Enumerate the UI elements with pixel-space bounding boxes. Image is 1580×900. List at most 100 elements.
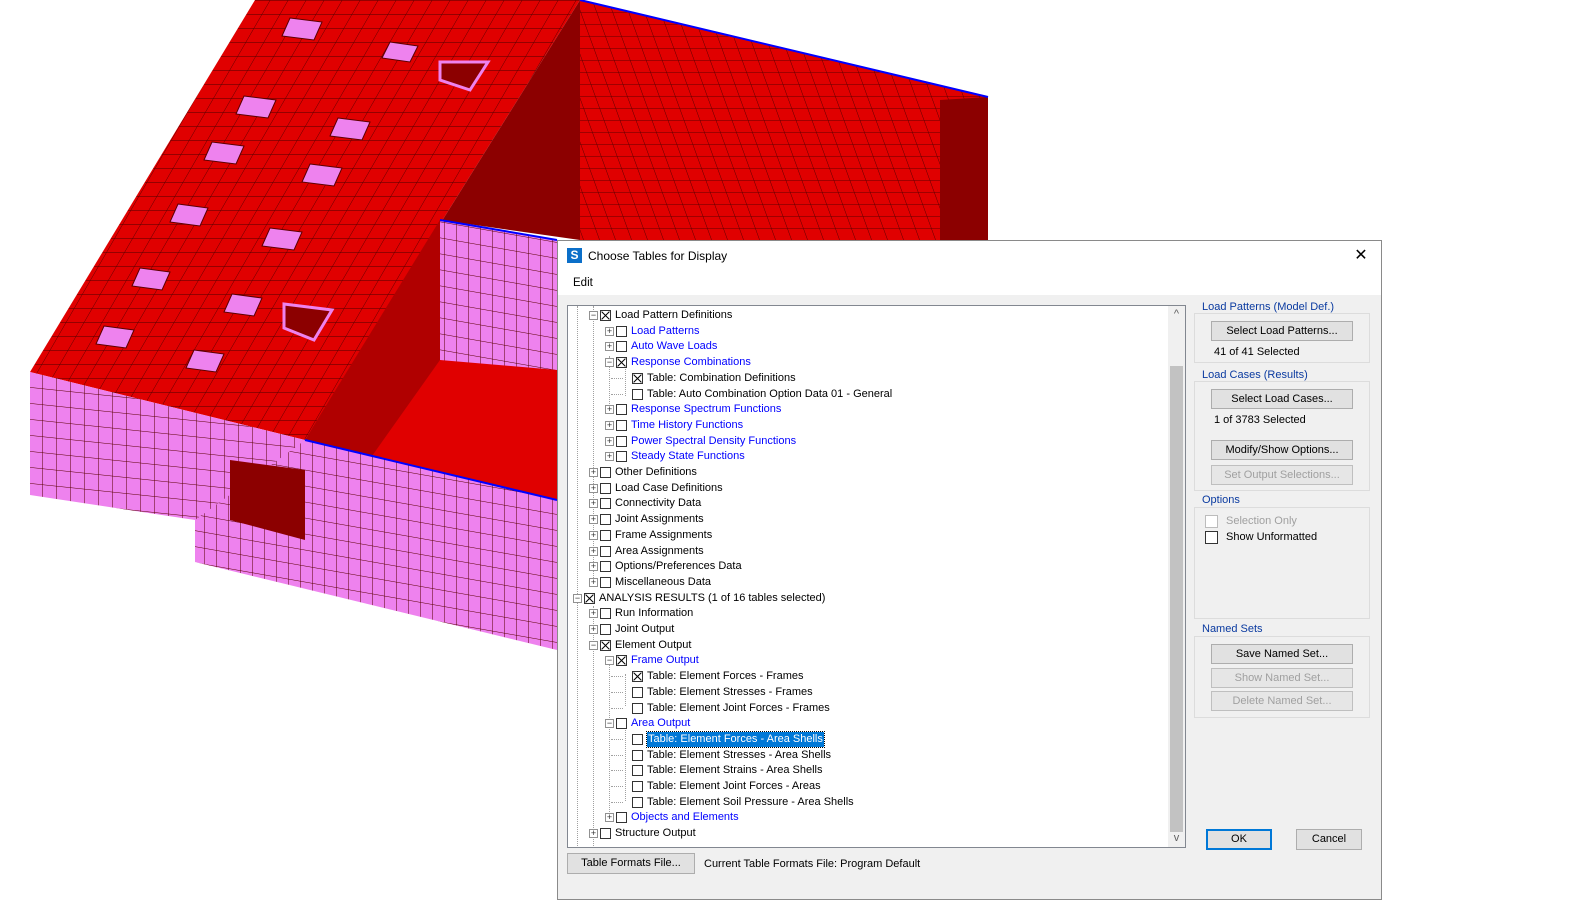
tree-item-checkbox[interactable] [616,404,627,416]
tree-scrollbar[interactable]: ^ v [1168,306,1185,847]
tree-item[interactable]: + Response Spectrum Functions [568,402,1158,418]
tree-item-checkbox[interactable] [616,655,627,667]
expand-icon[interactable]: + [589,562,598,572]
tree-item[interactable]: + Miscellaneous Data [568,575,1158,591]
expand-icon[interactable]: + [605,452,614,462]
tree-item[interactable]: Table: Element Soil Pressure - Area Shel… [568,795,1158,811]
tree-item-checkbox[interactable] [632,765,643,777]
tree-item-checkbox[interactable] [600,608,611,620]
tree-item-checkbox[interactable] [632,749,643,761]
tree-item-checkbox[interactable] [600,514,611,526]
table-tree[interactable]: − Load Pattern Definitions + Load Patterns +… [567,305,1186,848]
tree-item-checkbox[interactable] [600,624,611,635]
expand-icon[interactable]: + [589,577,598,587]
tree-item-checkbox[interactable] [600,482,611,494]
menu-edit[interactable]: Edit [573,277,593,289]
tree-item-checkbox[interactable] [616,718,627,730]
select-load-patterns-button[interactable]: Select Load Patterns... [1211,321,1353,341]
expand-icon[interactable]: + [605,342,614,352]
tree-item[interactable]: + Power Spectral Density Functions [568,434,1158,450]
expand-icon[interactable]: + [605,326,614,336]
show-named-set-button[interactable]: Show Named Set... [1211,668,1353,688]
modify-show-options-button[interactable]: Modify/Show Options... [1211,440,1353,460]
tree-item-checkbox[interactable] [616,419,627,431]
expand-icon[interactable]: + [589,829,598,839]
tree-item-checkbox[interactable] [616,812,627,824]
expand-icon[interactable]: + [589,546,598,556]
tree-item-checkbox[interactable] [600,529,611,541]
tree-item[interactable]: Table: Element Forces - Frames [568,669,1158,685]
select-load-cases-button[interactable]: Select Load Cases... [1211,389,1353,409]
tree-item[interactable]: + Area Assignments [568,544,1158,560]
close-icon[interactable]: ✕ [1341,241,1381,271]
table-formats-file-button[interactable]: Table Formats File... [567,853,695,874]
tree-item[interactable]: + Frame Assignments [568,528,1158,544]
tree-item[interactable]: Table: Auto Combination Option Data 01 -… [568,387,1158,403]
tree-item-checkbox[interactable] [616,325,627,337]
tree-item-checkbox[interactable] [616,451,627,463]
tree-item[interactable]: Table: Element Stresses - Area Shells [568,748,1158,764]
tree-item-checkbox[interactable] [632,781,643,792]
tree-item[interactable]: + Other Definitions [568,465,1158,481]
scroll-up-icon[interactable]: ^ [1168,306,1185,323]
tree-item-checkbox[interactable] [632,733,643,745]
tree-item-checkbox[interactable] [632,702,643,714]
expand-icon[interactable]: + [589,468,598,477]
tree-item-checkbox[interactable] [600,545,611,557]
expand-icon[interactable]: + [605,405,614,415]
tree-item[interactable]: Table: Element Forces - Area Shells [568,730,1158,748]
expand-icon[interactable]: + [589,530,598,540]
title-bar[interactable]: S Choose Tables for Display ✕ [558,241,1381,271]
cancel-button[interactable]: Cancel [1296,829,1362,850]
tree-item[interactable]: − ANALYSIS RESULTS (1 of 16 tables select… [568,591,1158,607]
tree-item[interactable]: − Frame Output [568,653,1158,669]
tree-item[interactable]: Table: Element Joint Forces - Areas [568,779,1158,795]
tree-item[interactable]: Table: Element Strains - Area Shells [568,763,1158,779]
tree-item[interactable]: + Connectivity Data [568,496,1158,512]
tree-item[interactable]: Table: Element Stresses - Frames [568,685,1158,701]
tree-item[interactable]: + Joint Output [568,622,1158,638]
tree-item-checkbox[interactable] [584,592,595,604]
expand-icon[interactable]: + [589,625,598,634]
expand-icon[interactable]: + [589,483,598,493]
expand-icon[interactable]: + [605,436,614,446]
tree-item-checkbox[interactable] [600,310,611,321]
tree-item[interactable]: + Options/Preferences Data [568,559,1158,575]
scroll-thumb[interactable] [1170,366,1183,832]
tree-item[interactable]: + Load Patterns [568,324,1158,340]
delete-named-set-button[interactable]: Delete Named Set... [1211,691,1353,711]
tree-item-checkbox[interactable] [616,357,627,369]
tree-item[interactable]: Table: Combination Definitions [568,371,1158,387]
tree-item[interactable]: − Load Pattern Definitions [568,308,1158,324]
tree-item-checkbox[interactable] [632,388,643,400]
set-output-selections-button[interactable]: Set Output Selections... [1211,465,1353,485]
expand-icon[interactable]: + [589,515,598,525]
expand-icon[interactable]: + [589,609,598,619]
tree-item-checkbox[interactable] [600,828,611,840]
tree-item-checkbox[interactable] [600,576,611,588]
tree-item[interactable]: + Load Case Definitions [568,481,1158,497]
tree-item[interactable]: − Response Combinations [568,355,1158,371]
tree-item[interactable]: Table: Element Joint Forces - Frames [568,701,1158,717]
tree-item[interactable]: + Run Information [568,606,1158,622]
collapse-icon[interactable]: − [573,593,582,603]
tree-item[interactable]: − Element Output [568,638,1158,654]
tree-item-checkbox[interactable] [600,639,611,651]
collapse-icon[interactable]: − [589,640,598,650]
tree-item[interactable]: + Objects and Elements [568,810,1158,826]
tree-item[interactable]: + Auto Wave Loads [568,339,1158,355]
scroll-down-icon[interactable]: v [1168,830,1185,847]
show-unformatted-checkbox[interactable] [1205,531,1218,544]
expand-icon[interactable]: + [605,813,614,823]
tree-item-checkbox[interactable] [600,498,611,510]
save-named-set-button[interactable]: Save Named Set... [1211,644,1353,664]
collapse-icon[interactable]: − [605,358,614,368]
selection-only-checkbox[interactable] [1205,515,1218,528]
tree-item[interactable]: + Time History Functions [568,418,1158,434]
tree-item[interactable]: + Steady State Functions [568,449,1158,465]
expand-icon[interactable]: + [605,420,614,430]
tree-item[interactable]: − Area Output [568,716,1158,732]
expand-icon[interactable]: + [589,499,598,509]
tree-item[interactable]: + Structure Output [568,826,1158,842]
collapse-icon[interactable]: − [605,719,614,729]
